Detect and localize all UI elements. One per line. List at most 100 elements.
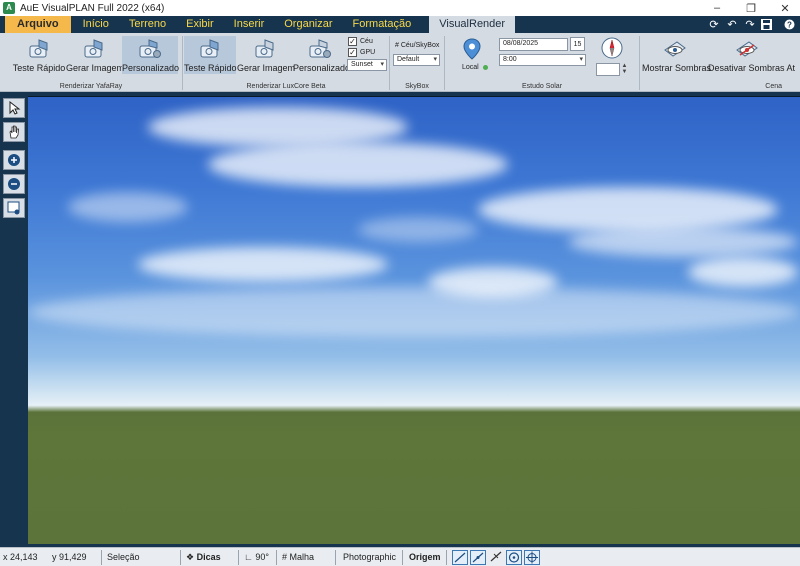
calendar-icon[interactable]: 15 (570, 37, 585, 51)
tab-formatacao[interactable]: Formatação (343, 16, 422, 33)
tab-inserir[interactable]: Inserir (224, 16, 275, 33)
cloud (478, 187, 778, 232)
chevron-down-icon: ▾ (433, 56, 437, 63)
mode-label: Seleção (107, 552, 140, 562)
calendar-day: 15 (573, 41, 582, 48)
title-bar: A AuE VisualPLAN Full 2022 (x64) – ❐ ✕ (0, 0, 800, 16)
render-viewport[interactable] (28, 96, 800, 544)
date-field[interactable]: 08/08/2025 (499, 38, 568, 51)
angle-input[interactable] (596, 63, 620, 76)
save-icon[interactable] (758, 17, 774, 33)
tab-arquivo[interactable]: Arquivo (5, 16, 71, 33)
app-logo-icon: A (3, 2, 15, 14)
hints-label: Dicas (196, 552, 221, 562)
show-shadows-button[interactable]: Mostrar Sombras (642, 36, 711, 74)
yafa-custom-button[interactable]: Personalizado (122, 36, 179, 74)
cursor-arrow-icon (9, 101, 21, 115)
grid-toggle[interactable]: # Malha (282, 548, 314, 566)
zoom-in-button[interactable] (3, 150, 25, 170)
zoom-window-icon (7, 201, 20, 215)
tab-inicio[interactable]: Início (73, 16, 119, 33)
grid-icon: # (282, 552, 290, 562)
gpu-checkbox[interactable]: ✓ GPU (348, 48, 375, 57)
skybox-value: Default (397, 56, 420, 63)
window-title: AuE VisualPLAN Full 2022 (x64) (20, 2, 165, 14)
close-icon[interactable]: ✕ (772, 0, 798, 16)
camera-gear-icon (139, 39, 161, 58)
snap-line-icon (454, 552, 466, 563)
map-pin-icon (463, 38, 481, 60)
snap-endpoint-button[interactable] (470, 550, 486, 565)
chevron-down-icon: ▾ (380, 61, 384, 68)
time-dropdown[interactable]: 8:00 ▾ (499, 54, 586, 66)
snap-target-icon (526, 551, 538, 564)
snap-target-button[interactable] (524, 550, 540, 565)
snap-center-button[interactable] (506, 550, 522, 565)
refresh-icon[interactable]: ⟳ (706, 17, 722, 33)
check-icon: ✓ (348, 48, 357, 57)
left-toolbar (0, 92, 28, 547)
lux-generate-image-label: Gerar Imagem (237, 63, 296, 73)
undo-icon[interactable]: ↶ (724, 17, 740, 33)
shadow-eye-off-icon (736, 41, 758, 57)
skybox-option-label: # Céu/SkyBox (395, 42, 439, 49)
cloud (568, 227, 798, 257)
snap-perpendicular-button[interactable] (489, 550, 505, 565)
redo-icon[interactable]: ↷ (742, 17, 758, 33)
status-separator (335, 550, 336, 565)
tab-organizar[interactable]: Organizar (274, 16, 342, 33)
preset-value: Sunset (351, 61, 373, 68)
location-button[interactable]: Local (457, 38, 488, 72)
check-icon: ✓ (348, 37, 357, 46)
y-coordinate: y 91,429 (52, 552, 87, 562)
pan-tool-button[interactable] (3, 122, 25, 142)
angle-spinner[interactable]: ▲ ▼ (620, 63, 629, 76)
tab-terreno[interactable]: Terreno (119, 16, 176, 33)
group-yafaray-label: Renderizar YafaRay (59, 83, 123, 90)
cloud (148, 107, 408, 147)
zoom-out-button[interactable] (3, 174, 25, 194)
yafa-generate-image-label: Gerar Imagem (66, 63, 125, 73)
help-icon[interactable]: ? (781, 17, 797, 33)
yafa-quick-test-button[interactable]: Teste Rápido (12, 36, 66, 74)
restore-icon[interactable]: ❐ (738, 0, 764, 16)
status-separator (402, 550, 403, 565)
zoom-window-button[interactable] (3, 198, 25, 218)
cloud (358, 217, 478, 242)
lux-custom-button[interactable]: Personalizado (293, 36, 351, 74)
camera-cube-icon (29, 39, 48, 58)
cloud (28, 287, 800, 337)
tab-exibir[interactable]: Exibir (176, 16, 224, 33)
origin-button[interactable]: Origem (409, 548, 441, 566)
time-value: 8:00 (503, 56, 517, 63)
lux-generate-image-button[interactable]: Gerar Imagem (237, 36, 296, 74)
svg-text:?: ? (787, 21, 792, 30)
date-value: 08/08/2025 (503, 40, 539, 47)
lux-custom-label: Personalizado (293, 63, 351, 73)
disable-shadows-label: Desativar Sombras At (708, 63, 796, 73)
hints-toggle[interactable]: ❖ Dicas (186, 548, 221, 566)
status-separator (180, 550, 181, 565)
yafa-generate-image-button[interactable]: Gerar Imagem (66, 36, 125, 74)
snap-line-button[interactable] (452, 550, 468, 565)
group-solar: Local 08/08/2025 15 8:00 ▾ ▲ ▼ Estudo Sola… (445, 33, 639, 92)
skybox-dropdown[interactable]: Default ▾ (393, 54, 440, 66)
disable-shadows-button[interactable]: Desativar Sombras At (708, 36, 796, 74)
status-dot-icon (483, 65, 488, 70)
cloud (138, 247, 388, 282)
ribbon: Teste Rápido Gerar Imagem Personalizado … (0, 33, 800, 92)
cloud (68, 192, 188, 222)
sky-checkbox[interactable]: ✓ Céu (348, 37, 373, 46)
zoom-in-icon (8, 154, 20, 166)
status-separator (446, 550, 447, 565)
tab-visualrender[interactable]: VisualRender (429, 16, 516, 33)
lux-quick-test-button[interactable]: Teste Rápido (184, 36, 237, 74)
select-tool-button[interactable] (3, 98, 25, 118)
preset-dropdown[interactable]: Sunset ▾ (347, 59, 387, 71)
angle-toggle[interactable]: ∟ 90° (244, 548, 269, 566)
minimize-icon[interactable]: – (704, 0, 730, 16)
chevron-down-icon: ▾ (579, 56, 583, 63)
camera-gear-icon (309, 39, 331, 58)
compass-icon[interactable] (601, 37, 623, 59)
visual-style-selector[interactable]: Photographic (343, 548, 396, 566)
